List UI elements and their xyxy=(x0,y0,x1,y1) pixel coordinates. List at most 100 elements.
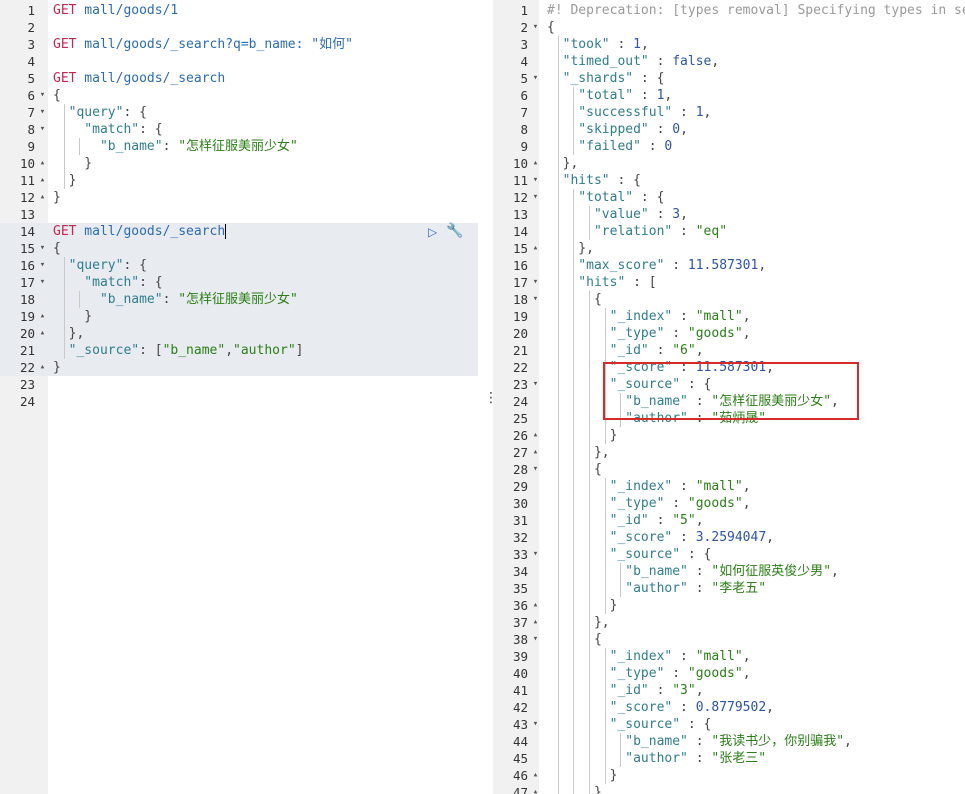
response-line: 4 "timed_out" : false, xyxy=(493,53,965,70)
fold-close-icon[interactable]: ▴ xyxy=(531,767,540,784)
code-text[interactable]: GET mall/goods/_search?q=b_name: "如何" xyxy=(53,36,353,53)
fold-open-icon[interactable]: ▾ xyxy=(531,70,540,87)
code-token: : xyxy=(672,479,696,494)
line-number: 24 xyxy=(19,394,35,409)
fold-close-icon[interactable]: ▴ xyxy=(531,784,540,794)
request-line[interactable]: 20 ▴ }, xyxy=(0,325,478,342)
fold-open-icon[interactable]: ▾ xyxy=(531,274,540,291)
fold-close-icon[interactable]: ▴ xyxy=(531,240,540,257)
fold-close-icon[interactable]: ▴ xyxy=(531,155,540,172)
fold-open-icon[interactable]: ▾ xyxy=(38,257,47,274)
code-text[interactable]: GET mall/goods/_search xyxy=(53,223,227,240)
response-viewer[interactable]: 1 #! Deprecation: [types removal] Specify… xyxy=(493,0,965,794)
code-token: "b_name" xyxy=(53,139,163,154)
request-line[interactable]: 21 "_source": ["b_name","author"] xyxy=(0,342,478,359)
fold-open-icon[interactable]: ▾ xyxy=(38,104,47,121)
fold-close-icon[interactable]: ▴ xyxy=(38,325,47,342)
fold-open-icon[interactable]: ▾ xyxy=(531,172,540,189)
line-number: 2 xyxy=(520,20,528,35)
fold-open-icon[interactable]: ▾ xyxy=(531,461,540,478)
fold-close-icon[interactable]: ▴ xyxy=(38,155,47,172)
code-text[interactable]: GET mall/goods/_search xyxy=(53,70,225,87)
code-text[interactable]: GET mall/goods/1 xyxy=(53,2,178,19)
code-token: , xyxy=(831,564,839,579)
request-line[interactable]: 17 ▾ "match": { xyxy=(0,274,478,291)
fold-open-icon[interactable]: ▾ xyxy=(38,274,47,291)
fold-close-icon[interactable]: ▴ xyxy=(531,597,540,614)
request-line[interactable]: 5 GET mall/goods/_search xyxy=(0,70,478,87)
line-number: 6 xyxy=(27,88,35,103)
code-token: "b_name" xyxy=(162,343,226,358)
play-icon[interactable]: ▷ xyxy=(428,225,437,239)
code-text[interactable]: "b_name": "怎样征服美丽少女" xyxy=(53,291,298,308)
code-token: : xyxy=(672,224,696,239)
request-line[interactable]: 18 "b_name": "怎样征服美丽少女" xyxy=(0,291,478,308)
request-line[interactable]: 14 GET mall/goods/_search xyxy=(0,223,478,240)
line-number: 38 xyxy=(512,632,528,647)
code-token: : xyxy=(687,411,712,426)
code-text[interactable]: "query": { xyxy=(53,104,147,121)
fold-close-icon[interactable]: ▴ xyxy=(38,308,47,325)
request-editor[interactable]: 1 GET mall/goods/1 2 3 GET mall/goods/_searc… xyxy=(0,0,478,794)
line-number: 14 xyxy=(19,224,35,239)
code-token: : xyxy=(687,581,712,596)
code-text[interactable]: "match": { xyxy=(53,274,162,291)
request-line[interactable]: 12 ▴} xyxy=(0,189,478,206)
request-line[interactable]: 11 ▴ } xyxy=(0,172,478,189)
fold-open-icon[interactable]: ▾ xyxy=(531,716,540,733)
fold-close-icon[interactable]: ▴ xyxy=(531,614,540,631)
response-line: 45 "author" : "张老三" xyxy=(493,750,965,767)
code-text[interactable]: { xyxy=(53,87,61,104)
code-text[interactable]: { xyxy=(53,240,61,257)
code-text[interactable]: } xyxy=(53,308,92,325)
request-line[interactable]: 15 ▾ { xyxy=(0,240,478,257)
request-line[interactable]: 6 ▾ { xyxy=(0,87,478,104)
response-line: 20 "_type" : "goods", xyxy=(493,325,965,342)
fold-open-icon[interactable]: ▾ xyxy=(38,121,47,138)
fold-close-icon[interactable]: ▴ xyxy=(531,444,540,461)
fold-open-icon[interactable]: ▾ xyxy=(531,19,540,36)
request-line[interactable]: 9 "b_name": "怎样征服美丽少女" xyxy=(0,138,478,155)
code-text: "took" : 1, xyxy=(547,36,649,53)
request-line[interactable]: 3 GET mall/goods/_search?q=b_name: "如何" xyxy=(0,36,478,53)
code-text[interactable]: "_source": ["b_name","author"] xyxy=(53,342,304,359)
code-text[interactable]: "b_name": "怎样征服美丽少女" xyxy=(53,138,298,155)
code-text[interactable]: } xyxy=(53,155,92,172)
code-text: "_id" : "6", xyxy=(547,342,704,359)
code-text[interactable]: } xyxy=(53,359,61,376)
request-line[interactable]: 10 ▴ } xyxy=(0,155,478,172)
fold-open-icon[interactable]: ▾ xyxy=(38,87,47,104)
line-number: 31 xyxy=(512,513,528,528)
fold-close-icon[interactable]: ▴ xyxy=(38,359,47,376)
response-line: 2 ▾ { xyxy=(493,19,965,36)
fold-close-icon[interactable]: ▴ xyxy=(531,427,540,444)
request-line[interactable]: 13 xyxy=(0,206,478,223)
fold-open-icon[interactable]: ▾ xyxy=(531,546,540,563)
fold-open-icon[interactable]: ▾ xyxy=(531,376,540,393)
request-line[interactable]: 8 ▾ "match": { xyxy=(0,121,478,138)
fold-close-icon[interactable]: ▴ xyxy=(38,189,47,206)
request-line[interactable]: 1 GET mall/goods/1 xyxy=(0,2,478,19)
fold-open-icon[interactable]: ▾ xyxy=(531,631,540,648)
request-line[interactable]: 4 xyxy=(0,53,478,70)
wrench-icon[interactable]: 🔧 xyxy=(446,223,463,239)
request-line[interactable]: 23 xyxy=(0,376,478,393)
fold-open-icon[interactable]: ▾ xyxy=(38,240,47,257)
code-text: "max_score" : 11.587301, xyxy=(547,257,766,274)
request-line[interactable]: 19 ▴ } xyxy=(0,308,478,325)
request-line[interactable]: 2 xyxy=(0,19,478,36)
fold-close-icon[interactable]: ▴ xyxy=(38,172,47,189)
request-line[interactable]: 24 xyxy=(0,393,478,410)
code-text[interactable]: } xyxy=(53,189,61,206)
request-line[interactable]: 22 ▴} xyxy=(0,359,478,376)
code-text[interactable]: "query": { xyxy=(53,257,147,274)
code-text: }, xyxy=(547,155,579,172)
code-text[interactable]: }, xyxy=(53,325,85,342)
request-line[interactable]: 16 ▾ "query": { xyxy=(0,257,478,274)
fold-open-icon[interactable]: ▾ xyxy=(531,291,540,308)
fold-open-icon[interactable]: ▾ xyxy=(531,189,540,206)
code-token: , xyxy=(664,88,673,103)
code-text[interactable]: "match": { xyxy=(53,121,162,138)
code-text: "author" : "李老五" xyxy=(547,580,766,597)
request-line[interactable]: 7 ▾ "query": { xyxy=(0,104,478,121)
